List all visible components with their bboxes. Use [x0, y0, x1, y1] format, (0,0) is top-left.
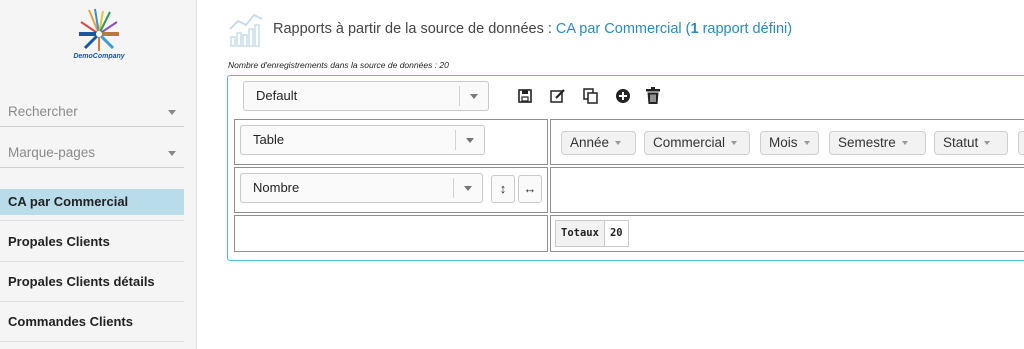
- brand-name: DemoCompany: [73, 53, 125, 60]
- save-button[interactable]: [515, 86, 535, 106]
- report-select[interactable]: Default: [243, 81, 489, 111]
- renderer-select[interactable]: Table: [240, 125, 485, 155]
- attribute-mois[interactable]: Mois: [760, 131, 819, 155]
- sidebar-divider: [0, 341, 184, 342]
- copy-icon: [583, 88, 598, 104]
- attribute-commercial[interactable]: Commercial: [644, 131, 750, 155]
- triangle-down-icon[interactable]: [901, 141, 908, 146]
- row-attributes-area[interactable]: [234, 215, 548, 252]
- sidebar-item-label: Propales Clients détails: [8, 274, 155, 289]
- trash-icon: [646, 87, 660, 104]
- sidebar-item-label: CA par Commercial: [8, 194, 129, 209]
- chevron-down-icon: [470, 94, 478, 99]
- logo-icon: [79, 8, 119, 51]
- edit-icon: [550, 89, 565, 103]
- renderer-select-value: Table: [253, 132, 285, 147]
- report-count-suffix: rapport défini): [698, 21, 793, 37]
- chevron-down-icon: [466, 138, 474, 143]
- bookmarks-dropdown-label: Marque-pages: [8, 145, 96, 160]
- title-prefix: Rapports à partir de la source de donnée…: [273, 21, 556, 37]
- attribute-label: Mois: [769, 135, 798, 150]
- chevron-down-icon: [464, 186, 472, 191]
- totals-row: Totaux 20: [555, 220, 629, 247]
- row-order-button[interactable]: ↕: [491, 175, 515, 203]
- sidebar-item-commandes-clients[interactable]: Commandes Clients: [0, 309, 184, 335]
- report-count: 1: [690, 21, 699, 37]
- record-count-text: Nombre d'enregistrements dans la source …: [228, 60, 449, 70]
- bookmarks-dropdown[interactable]: Marque-pages: [0, 142, 184, 168]
- select-divider: [455, 130, 456, 150]
- sort-horizontal-icon: ↔: [523, 181, 537, 196]
- chevron-down-icon: [168, 151, 176, 156]
- attribute-statut[interactable]: Statut: [934, 131, 1008, 155]
- delete-button[interactable]: [643, 86, 663, 106]
- triangle-down-icon[interactable]: [803, 141, 810, 146]
- sort-vertical-icon: ↕: [499, 181, 507, 196]
- triangle-down-icon[interactable]: [615, 141, 622, 146]
- search-dropdown-label: Rechercher: [8, 104, 78, 119]
- select-divider: [453, 178, 454, 198]
- sidebar-divider: [0, 301, 184, 302]
- attribute-annee[interactable]: Année: [561, 131, 636, 155]
- attribute-label: Statut: [943, 135, 979, 150]
- sidebar-item-propales-clients-details[interactable]: Propales Clients détails: [0, 269, 184, 295]
- attribute-truncated[interactable]: [1018, 131, 1024, 155]
- page-title: Rapports à partir de la source de donnée…: [273, 21, 792, 37]
- sidebar-item-label: Propales Clients: [8, 234, 110, 249]
- attribute-label: Commercial: [653, 135, 726, 150]
- chevron-down-icon: [168, 110, 176, 115]
- column-attributes-area[interactable]: [550, 167, 1024, 213]
- select-divider: [459, 86, 460, 106]
- report-select-value: Default: [256, 88, 298, 103]
- triangle-down-icon[interactable]: [984, 141, 991, 146]
- aggregator-select-value: Nombre: [253, 180, 300, 195]
- column-order-button[interactable]: ↔: [518, 175, 542, 203]
- sidebar-item-label: Commandes Clients: [8, 314, 133, 329]
- data-source-link[interactable]: CA par Commercial: [556, 21, 682, 37]
- triangle-down-icon[interactable]: [731, 141, 738, 146]
- attribute-label: Semestre: [838, 135, 896, 150]
- add-report-button[interactable]: [613, 86, 633, 106]
- aggregator-select[interactable]: Nombre: [240, 173, 483, 203]
- attribute-semestre[interactable]: Semestre: [829, 131, 926, 155]
- sidebar: DemoCompany Rechercher Marque-pages CA p…: [0, 0, 197, 349]
- plus-circle-icon: [616, 89, 630, 103]
- totals-label: Totaux: [561, 227, 599, 239]
- search-dropdown[interactable]: Rechercher: [0, 101, 184, 127]
- save-icon: [518, 89, 532, 103]
- company-logo[interactable]: DemoCompany: [60, 8, 138, 74]
- sidebar-divider: [0, 220, 184, 221]
- attribute-label: Année: [570, 135, 610, 150]
- totals-value: 20: [603, 221, 628, 246]
- report-chart-icon: [228, 11, 268, 47]
- sidebar-divider: [0, 261, 184, 262]
- duplicate-button[interactable]: [581, 86, 601, 106]
- edit-button[interactable]: [548, 86, 568, 106]
- sidebar-item-propales-clients[interactable]: Propales Clients: [0, 229, 184, 255]
- sidebar-item-ca-par-commercial[interactable]: CA par Commercial: [0, 189, 184, 215]
